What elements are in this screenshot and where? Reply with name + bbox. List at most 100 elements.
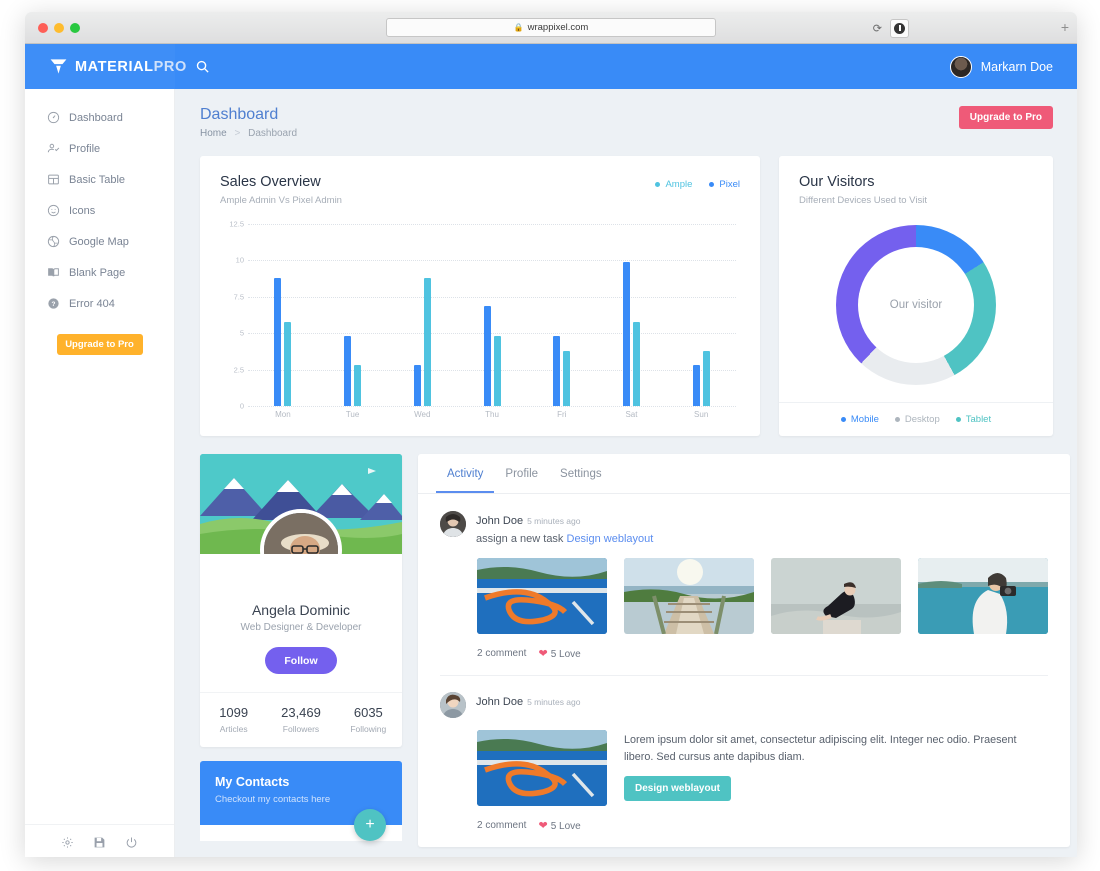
tab-profile[interactable]: Profile [494, 454, 549, 493]
bar[interactable] [354, 365, 362, 406]
charts-row: Sales Overview Ample Admin Vs Pixel Admi… [200, 156, 1053, 436]
legend-item[interactable]: Ample [655, 179, 692, 190]
profile-stats: 1099 Articles 23,469 Followers 6035 Following [200, 692, 402, 747]
maximize-window-button[interactable] [70, 22, 80, 33]
bar-group [666, 224, 736, 406]
profile-role: Web Designer & Developer [240, 622, 362, 633]
smiley-icon [47, 204, 60, 217]
stat-label: Followers [282, 724, 320, 734]
sales-card-title: Sales Overview [220, 174, 321, 190]
reload-icon[interactable]: ⟳ [873, 22, 882, 35]
post-body-row: Lorem ipsum dolor sit amet, consectetur … [477, 730, 1048, 806]
minimize-window-button[interactable] [54, 22, 64, 33]
sidebar-item-basic-table[interactable]: Basic Table [25, 164, 174, 195]
sidebar-footer [25, 824, 174, 849]
activity-tabs: Activity Profile Settings [418, 454, 1070, 494]
sidebar-item-error-404[interactable]: ? Error 404 [25, 288, 174, 319]
breadcrumb-home[interactable]: Home [200, 128, 227, 139]
legend-dot [655, 182, 661, 187]
browser-chrome-bar: 🔒 wrappixel.com ⟳ + [25, 12, 1077, 44]
post-meta: 2 comment ❤ 5 Love [477, 819, 1048, 832]
bar-group [527, 224, 597, 406]
post-task-link[interactable]: Design weblayout [567, 533, 654, 545]
post-thumbnail[interactable] [477, 730, 607, 806]
legend-item[interactable]: Tablet [955, 414, 991, 425]
breadcrumb: Home > Dashboard [200, 128, 297, 139]
avatar [440, 511, 466, 537]
x-axis-tick: Wed [414, 410, 431, 419]
tab-settings[interactable]: Settings [549, 454, 613, 493]
sidebar-item-blank-page[interactable]: Blank Page [25, 257, 174, 288]
sidebar-upgrade-button[interactable]: Upgrade to Pro [56, 334, 143, 355]
gear-icon[interactable] [61, 836, 74, 849]
sidebar-item-google-map[interactable]: Google Map [25, 226, 174, 257]
post-thumbnail[interactable] [918, 558, 1048, 634]
love-count[interactable]: ❤ 5 Love [538, 647, 580, 660]
design-weblayout-button[interactable]: Design weblayout [624, 776, 732, 802]
bar[interactable] [493, 336, 501, 406]
comment-count[interactable]: 2 comment [477, 820, 526, 831]
x-axis-tick: Fri [557, 410, 567, 419]
new-tab-icon[interactable]: + [1061, 20, 1069, 34]
bar[interactable] [632, 321, 640, 406]
window-controls[interactable] [38, 22, 80, 33]
share-icon[interactable] [890, 19, 909, 38]
donut-center-label: Our visitor [858, 247, 974, 363]
sidebar-item-label: Icons [69, 204, 96, 217]
address-bar[interactable]: 🔒 wrappixel.com [386, 18, 716, 37]
brand-logo[interactable]: MATERIALPRO [25, 44, 186, 89]
breadcrumb-current: Dashboard [248, 128, 298, 139]
add-contact-button[interactable]: + [354, 809, 386, 841]
bar[interactable] [622, 261, 630, 406]
sidebar-item-dashboard[interactable]: Dashboard [25, 102, 174, 133]
bar[interactable] [344, 336, 352, 406]
visitors-card-subtitle: Different Devices Used to Visit [799, 195, 927, 206]
tab-activity[interactable]: Activity [436, 454, 495, 493]
power-icon[interactable] [125, 836, 138, 849]
post-meta: 2 comment ❤ 5 Love [477, 647, 1048, 660]
love-count[interactable]: ❤ 5 Love [538, 819, 580, 832]
profile-card: Angela Dominic Web Designer & Developer … [200, 454, 402, 747]
profile-stat: 1099 Articles [200, 705, 267, 734]
y-axis-tick: 2.5 [233, 365, 244, 375]
browser-window: 🔒 wrappixel.com ⟳ + MATERIALPRO Markarn … [25, 12, 1077, 857]
x-axis: Mon Tue Wed Thu Fri Sat Sun [248, 406, 736, 424]
user-name-label: Markarn Doe [980, 59, 1053, 74]
sidebar-item-label: Profile [69, 142, 101, 155]
comment-count[interactable]: 2 comment [477, 648, 526, 659]
heart-icon: ❤ [538, 648, 548, 660]
sidebar-item-icons[interactable]: Icons [25, 195, 174, 226]
bar[interactable] [274, 277, 282, 406]
upgrade-to-pro-button[interactable]: Upgrade to Pro [958, 106, 1053, 129]
post-thumbnail[interactable] [624, 558, 754, 634]
x-axis-tick: Sun [694, 410, 709, 419]
sidebar-item-label: Basic Table [69, 173, 126, 186]
bar[interactable] [284, 321, 292, 406]
bar[interactable] [423, 277, 431, 406]
legend-dot [955, 417, 961, 422]
sidebar-item-profile[interactable]: Profile [25, 133, 174, 164]
bar[interactable] [413, 365, 421, 406]
bar[interactable] [702, 350, 710, 406]
avatar [949, 55, 972, 78]
user-menu[interactable]: Markarn Doe [949, 44, 1053, 89]
legend-dot [840, 417, 846, 422]
legend-item[interactable]: Pixel [709, 179, 740, 190]
legend-item[interactable]: Mobile [840, 414, 879, 425]
logo-icon [49, 57, 68, 76]
search-icon[interactable] [195, 59, 210, 74]
bar[interactable] [563, 350, 571, 406]
legend-item[interactable]: Desktop [894, 414, 940, 425]
post-thumbnail[interactable] [477, 558, 607, 634]
bar[interactable] [553, 336, 561, 406]
bar[interactable] [483, 305, 491, 406]
bar-group [248, 224, 318, 406]
close-window-button[interactable] [38, 22, 48, 33]
save-icon[interactable] [93, 836, 106, 849]
follow-button[interactable]: Follow [265, 647, 337, 674]
stat-value: 23,469 [281, 705, 321, 720]
stat-value: 6035 [353, 705, 383, 720]
bar[interactable] [692, 365, 700, 406]
visitors-donut-chart: Our visitor [836, 225, 996, 385]
post-thumbnail[interactable] [771, 558, 901, 634]
